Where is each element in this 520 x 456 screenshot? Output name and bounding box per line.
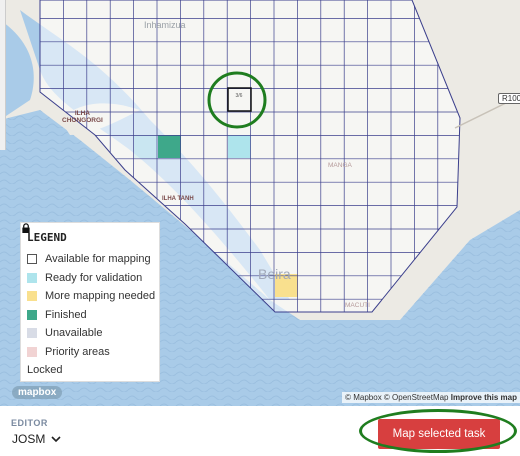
task-ready-for-validation[interactable]	[228, 135, 251, 158]
legend-label: Locked	[27, 364, 63, 377]
task-tint	[134, 135, 157, 158]
swatch-more-mapping	[27, 291, 37, 302]
task-finished[interactable]	[158, 135, 181, 158]
legend-item-unavailable: Unavailable	[27, 324, 159, 343]
place-inhamizua: Inhamizua	[144, 20, 186, 30]
swatch-available	[27, 254, 37, 265]
legend-item-finished: Finished	[27, 306, 159, 325]
map-selected-task-button[interactable]: Map selected task	[378, 419, 500, 449]
legend-item-locked: Locked	[22, 223, 159, 380]
selected-task-label: 3/6	[236, 93, 243, 99]
project-map[interactable]: 3/6 Inhamizua ILHA CHONGORGI ILHA TANH M…	[0, 0, 520, 406]
place-beira: Beira	[258, 266, 291, 282]
attribution-text: © Mapbox © OpenStreetMap	[345, 393, 449, 402]
swatch-priority	[27, 346, 37, 357]
map-attribution: © Mapbox © OpenStreetMap Improve this ma…	[342, 392, 520, 403]
swatch-unavailable	[27, 328, 37, 339]
place-ilha-tanh: ILHA TANH	[162, 196, 194, 202]
legend-label: Available for mapping	[45, 253, 151, 266]
legend-item-more-mapping: More mapping needed	[27, 287, 159, 306]
swatch-finished	[27, 309, 37, 320]
road-badge: R100	[498, 93, 520, 104]
place-macuti: MACUTI	[345, 302, 370, 309]
map-legend: LEGEND Available for mapping Ready for v…	[20, 222, 160, 382]
legend-item-priority: Priority areas	[27, 343, 159, 362]
left-scrollbar[interactable]	[0, 0, 6, 150]
mapbox-logo[interactable]: mapbox	[12, 386, 63, 399]
editor-dropdown[interactable]: JOSM	[12, 432, 61, 446]
place-manga: MANGA	[328, 162, 352, 169]
legend-title: LEGEND	[27, 231, 67, 244]
legend-item-ready: Ready for validation	[27, 269, 159, 288]
swatch-ready	[27, 272, 37, 283]
legend-label: More mapping needed	[45, 290, 156, 303]
editor-selected-value: JOSM	[12, 432, 46, 446]
legend-label: Finished	[45, 308, 87, 321]
legend-label: Priority areas	[45, 345, 110, 358]
legend-item-available: Available for mapping	[27, 250, 159, 269]
improve-map-link[interactable]: Improve this map	[451, 393, 517, 402]
lock-icon	[22, 223, 30, 233]
chevron-down-icon	[51, 436, 61, 443]
legend-label: Ready for validation	[45, 271, 143, 284]
place-ilha-chongorgi: ILHA CHONGORGI	[62, 110, 103, 124]
legend-label: Unavailable	[45, 327, 103, 340]
editor-label: EDITOR	[11, 418, 48, 428]
